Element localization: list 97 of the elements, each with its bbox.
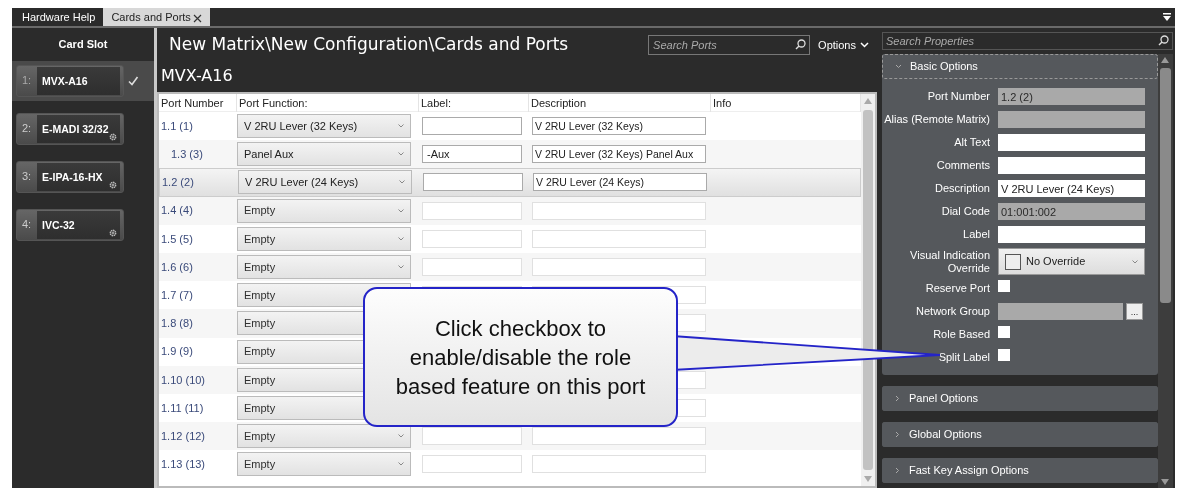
gear-icon bbox=[109, 132, 117, 141]
port-number: 1.8 (8) bbox=[160, 316, 194, 332]
card-slot-button[interactable]: 3: E-IPA-16-HX bbox=[16, 160, 124, 193]
checkbox[interactable] bbox=[998, 280, 1010, 293]
property-field[interactable] bbox=[998, 111, 1145, 128]
property-field[interactable] bbox=[998, 134, 1145, 151]
checkmark-icon bbox=[127, 74, 139, 87]
property-label: Visual Indication Override bbox=[909, 248, 990, 275]
card-slot-button[interactable]: 1: MVX-A16 bbox=[16, 64, 124, 97]
panel-title: Card Slot bbox=[57, 37, 109, 52]
port-number: 1.11 (11) bbox=[160, 400, 205, 416]
gear-icon bbox=[109, 180, 117, 189]
browse-button[interactable]: ... bbox=[1126, 303, 1143, 320]
property-field[interactable]: V 2RU Lever (24 Keys) bbox=[998, 180, 1145, 197]
port-number: 1.3 (3) bbox=[170, 147, 204, 163]
label-field[interactable]: -Aux bbox=[422, 145, 522, 164]
property-label: Description bbox=[933, 182, 990, 195]
search-field[interactable]: Search Ports bbox=[648, 35, 811, 55]
property-field[interactable] bbox=[998, 157, 1145, 174]
chevron-right-icon bbox=[894, 467, 901, 474]
chevron-down-icon bbox=[398, 124, 404, 129]
property-label: Network Group bbox=[915, 305, 990, 318]
port-number: 1.12 (12) bbox=[160, 428, 207, 444]
search-icon[interactable] bbox=[1158, 35, 1169, 46]
port-number: 1.4 (4) bbox=[160, 203, 194, 219]
chevron-down-icon bbox=[398, 208, 404, 213]
property-label: Dial Code bbox=[940, 205, 990, 218]
section-header[interactable]: Panel Options bbox=[882, 386, 1158, 411]
section-header[interactable]: Global Options bbox=[882, 422, 1158, 447]
property-label: Role Based bbox=[932, 328, 990, 341]
options-button[interactable]: Options bbox=[810, 36, 869, 54]
column-header: Port Number bbox=[159, 94, 237, 112]
checkbox[interactable] bbox=[998, 326, 1010, 339]
port-number: 1.1 (1) bbox=[160, 118, 194, 134]
card-title: MVX-A16 bbox=[160, 65, 234, 87]
property-label: Reserve Port bbox=[924, 282, 990, 295]
description-field[interactable]: V 2RU Lever (24 Keys) bbox=[533, 173, 707, 192]
column-header: Label: bbox=[419, 94, 529, 112]
property-label: Alt Text bbox=[953, 136, 990, 149]
column-header: Port Function: bbox=[237, 94, 419, 112]
search-icon[interactable] bbox=[795, 39, 807, 50]
menu-icon[interactable] bbox=[1163, 13, 1171, 21]
scrollbar[interactable] bbox=[1158, 54, 1173, 488]
chevron-down-icon bbox=[398, 462, 404, 467]
port-number: 1.7 (7) bbox=[160, 287, 194, 303]
scroll-up-icon[interactable] bbox=[864, 98, 872, 104]
section-header[interactable]: Basic Options bbox=[882, 54, 1158, 79]
description-field[interactable]: V 2RU Lever (32 Keys) bbox=[532, 117, 706, 136]
property-field[interactable] bbox=[998, 226, 1145, 243]
property-label: Label bbox=[962, 228, 990, 241]
visual-indication-dropdown[interactable]: No Override bbox=[998, 248, 1145, 275]
property-label: Split Label bbox=[937, 351, 990, 364]
port-function-dropdown[interactable]: Panel Aux bbox=[237, 142, 411, 167]
column-header: Description bbox=[529, 94, 711, 112]
port-number: 1.5 (5) bbox=[160, 231, 194, 247]
property-field[interactable]: 1.2 (2) bbox=[998, 88, 1145, 105]
chevron-down-icon bbox=[399, 180, 405, 185]
port-number: 1.2 (2) bbox=[161, 175, 195, 191]
scroll-down-icon[interactable] bbox=[1161, 479, 1169, 485]
port-function-dropdown[interactable]: V 2RU Lever (32 Keys) bbox=[237, 114, 411, 139]
tab[interactable]: Hardware Help bbox=[14, 8, 104, 26]
chevron-down-icon bbox=[895, 63, 902, 70]
scroll-up-icon[interactable] bbox=[1161, 57, 1169, 63]
chevron-right-icon bbox=[894, 395, 901, 402]
chevron-down-icon bbox=[1132, 259, 1138, 264]
port-function-dropdown[interactable]: V 2RU Lever (24 Keys) bbox=[238, 170, 412, 195]
checkbox[interactable] bbox=[998, 349, 1010, 362]
gear-icon bbox=[109, 228, 117, 237]
chevron-down-icon bbox=[398, 236, 404, 241]
chevron-down-icon bbox=[398, 265, 404, 270]
label-field[interactable] bbox=[422, 117, 522, 136]
description-field[interactable]: V 2RU Lever (32 Keys) Panel Aux bbox=[532, 145, 706, 164]
callout-tooltip: Click checkbox to enable/disable the role based feature on this port bbox=[363, 287, 678, 427]
property-label: Alias (Remote Matrix) bbox=[883, 113, 990, 126]
chevron-down-icon bbox=[398, 152, 404, 157]
property-label: Port Number bbox=[926, 90, 990, 103]
selected-row[interactable]: 1.2 (2) V 2RU Lever (24 Keys) V 2RU Lever (24 Keys) bbox=[159, 168, 861, 197]
port-number: 1.13 (13) bbox=[160, 457, 207, 473]
chevron-down-icon bbox=[398, 434, 404, 439]
port-number: 1.9 (9) bbox=[160, 344, 194, 360]
property-field[interactable]: 01:001:002 bbox=[998, 203, 1145, 220]
port-number: 1.10 (10) bbox=[160, 372, 207, 388]
tab[interactable]: Cards and Ports bbox=[103, 8, 210, 26]
label-field[interactable] bbox=[423, 173, 523, 192]
card-slot-button[interactable]: 4: IVC-32 bbox=[16, 208, 124, 241]
scroll-down-icon[interactable] bbox=[864, 476, 872, 482]
close-icon[interactable] bbox=[192, 13, 202, 23]
page-title: New Matrix\New Configuration\Cards and Ports bbox=[169, 33, 570, 57]
scrollbar[interactable] bbox=[861, 94, 875, 486]
port-number: 1.6 (6) bbox=[160, 259, 194, 275]
chevron-right-icon bbox=[894, 431, 901, 438]
search-field[interactable]: Search Properties bbox=[882, 32, 1173, 50]
card-slot-button[interactable]: 2: E-MADI 32/32 bbox=[16, 112, 124, 145]
network-group-field[interactable] bbox=[998, 303, 1123, 320]
property-label: Comments bbox=[935, 159, 990, 172]
section-header[interactable]: Fast Key Assign Options bbox=[882, 458, 1158, 483]
chevron-down-icon bbox=[860, 42, 869, 48]
